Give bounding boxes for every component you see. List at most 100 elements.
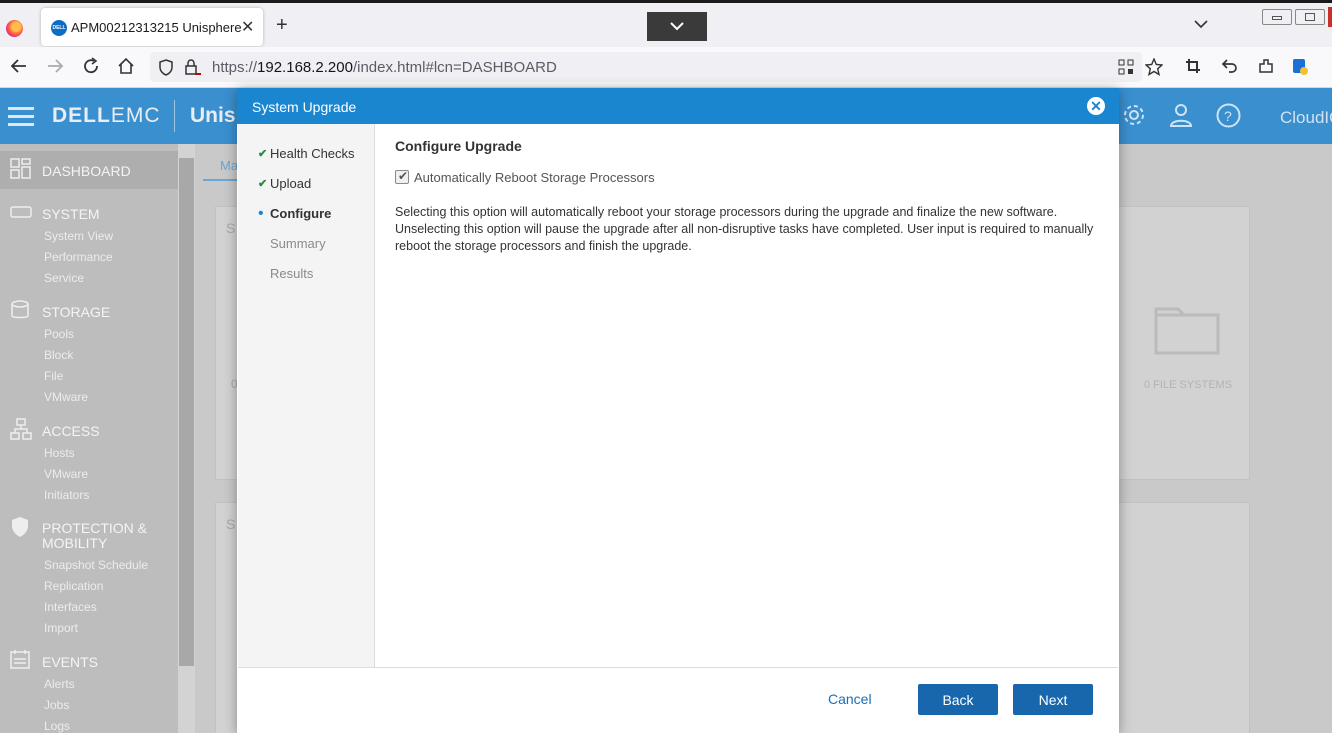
cancel-button[interactable]: Cancel xyxy=(828,691,872,707)
sidebar-item-interfaces[interactable]: Interfaces xyxy=(44,600,97,614)
sidebar-item-alerts[interactable]: Alerts xyxy=(44,677,75,691)
crop-screenshot-icon[interactable] xyxy=(1185,58,1201,74)
sidebar-item-file[interactable]: File xyxy=(44,369,63,383)
sidebar-scrollbar-thumb[interactable] xyxy=(179,158,194,666)
dashboard-tab-fragment[interactable]: Ma xyxy=(220,158,238,173)
address-bar[interactable]: https://192.168.2.200/index.html#lcn=DAS… xyxy=(150,52,1163,82)
wizard-steps-panel: ✔ Health Checks ✔ Upload • Configure Sum… xyxy=(238,124,375,667)
step-complete-check-icon: ✔ xyxy=(258,148,268,160)
dashboard-grid-icon xyxy=(10,158,31,179)
sidebar-item-dashboard[interactable]: DASHBOARD xyxy=(42,163,131,179)
minimize-window-button[interactable] xyxy=(1262,9,1292,25)
reload-icon[interactable] xyxy=(82,57,100,75)
header-divider xyxy=(174,100,175,132)
dialog-close-icon[interactable]: ✕ xyxy=(1087,97,1105,115)
auto-reboot-checkbox[interactable]: ✔ xyxy=(395,169,409,184)
sidebar-item-hosts[interactable]: Hosts xyxy=(44,446,75,460)
dell-emc-logo: DELLEMC xyxy=(52,104,161,128)
folder-icon xyxy=(1154,307,1220,355)
dell-favicon-icon: DELL xyxy=(51,20,67,36)
list-all-tabs-icon[interactable] xyxy=(1194,19,1208,29)
checkmark-icon: ✔ xyxy=(398,169,409,183)
lock-warning-icon[interactable] xyxy=(184,58,202,76)
undo-icon[interactable] xyxy=(1221,58,1238,74)
card-title-fragment: S xyxy=(226,220,236,236)
sidebar-section-storage[interactable]: STORAGE xyxy=(42,304,110,320)
wizard-step-configure[interactable]: Configure xyxy=(270,206,331,221)
brand-light: EMC xyxy=(110,104,161,127)
url-text: https://192.168.2.200/index.html#lcn=DAS… xyxy=(212,59,557,76)
wizard-step-upload[interactable]: Upload xyxy=(270,176,311,191)
back-button[interactable]: Back xyxy=(918,684,998,715)
sidebar-section-access[interactable]: ACCESS xyxy=(42,423,100,439)
sidebar-item-jobs[interactable]: Jobs xyxy=(44,698,69,712)
sidebar-item-logs[interactable]: Logs xyxy=(44,719,70,733)
bookmark-star-icon[interactable] xyxy=(1145,58,1163,76)
sidebar-item-initiators[interactable]: Initiators xyxy=(44,488,89,502)
sidebar-item-vmware-access[interactable]: VMware xyxy=(44,467,88,481)
step-complete-check-icon: ✔ xyxy=(258,178,268,190)
dialog-title: System Upgrade xyxy=(252,99,357,115)
help-icon[interactable]: ? xyxy=(1216,103,1241,128)
sidebar-section-protection-line1[interactable]: PROTECTION & xyxy=(42,520,147,536)
storage-database-icon xyxy=(11,300,29,319)
firefox-logo-icon xyxy=(6,20,23,37)
system-upgrade-dialog: System Upgrade ✕ ✔ Health Checks ✔ Uploa… xyxy=(237,88,1119,733)
restore-window-button[interactable] xyxy=(1295,9,1325,25)
sidebar-item-system-view[interactable]: System View xyxy=(44,229,113,243)
tab-close-icon[interactable]: ✕ xyxy=(241,17,254,37)
sidebar-item-replication[interactable]: Replication xyxy=(44,579,103,593)
shield-icon[interactable] xyxy=(158,59,174,76)
sidebar-item-snapshot-schedule[interactable]: Snapshot Schedule xyxy=(44,558,148,572)
wizard-content: Configure Upgrade ✔ Automatically Reboot… xyxy=(395,138,1105,253)
cloudiq-link[interactable]: CloudIQ xyxy=(1280,108,1332,128)
svg-text:?: ? xyxy=(1224,108,1232,124)
dialog-header: System Upgrade ✕ xyxy=(237,88,1119,124)
access-network-icon xyxy=(10,418,32,440)
sidebar-item-vmware-storage[interactable]: VMware xyxy=(44,390,88,404)
browser-tab-active[interactable]: DELL APM00212313215 Unisphere ✕ xyxy=(41,8,263,46)
sidebar-section-protection-line2[interactable]: MOBILITY xyxy=(42,535,107,551)
settings-gear-icon[interactable] xyxy=(1122,103,1146,127)
sidebar-item-block[interactable]: Block xyxy=(44,348,73,362)
browser-nav-bar: https://192.168.2.200/index.html#lcn=DAS… xyxy=(0,47,1332,88)
extensions-icon[interactable] xyxy=(1258,58,1274,74)
forward-arrow-icon[interactable] xyxy=(46,57,64,75)
url-prefix: https:// xyxy=(212,59,258,76)
sidebar-section-system[interactable]: SYSTEM xyxy=(42,206,100,222)
brand-bold: DELL xyxy=(52,104,111,127)
sidebar-item-performance[interactable]: Performance xyxy=(44,250,113,264)
auto-reboot-description: Selecting this option will automatically… xyxy=(395,205,1094,253)
url-host: 192.168.2.200 xyxy=(257,59,353,76)
card-title-fragment-2: S xyxy=(226,516,236,532)
file-systems-count: 0 FILE SYSTEMS xyxy=(1144,379,1233,391)
sidebar-item-import[interactable]: Import xyxy=(44,621,78,635)
extension-badge-icon[interactable] xyxy=(1292,58,1308,75)
section-heading: Configure Upgrade xyxy=(395,138,522,154)
url-path: /index.html#lcn=DASHBOARD xyxy=(352,59,557,76)
sidebar-section-events[interactable]: EVENTS xyxy=(42,654,98,670)
sidebar-item-pools[interactable]: Pools xyxy=(44,327,74,341)
chevron-down-icon xyxy=(670,22,684,31)
tab-overflow-button[interactable] xyxy=(647,12,707,41)
user-profile-icon[interactable] xyxy=(1170,103,1192,127)
step-current-dot-icon: • xyxy=(258,205,264,222)
sidebar: DASHBOARD SYSTEM System View Performance… xyxy=(0,144,195,733)
dialog-footer-divider xyxy=(238,667,1118,668)
tab-title: APM00212313215 Unisphere xyxy=(71,20,242,35)
sidebar-item-service[interactable]: Service xyxy=(44,271,84,285)
menu-hamburger-icon[interactable] xyxy=(8,107,34,131)
home-icon[interactable] xyxy=(117,57,135,75)
next-button[interactable]: Next xyxy=(1013,684,1093,715)
system-server-icon xyxy=(10,206,32,218)
wizard-step-health-checks[interactable]: Health Checks xyxy=(270,146,355,161)
events-calendar-icon xyxy=(10,650,30,669)
new-tab-button[interactable]: + xyxy=(276,15,288,35)
auto-reboot-label[interactable]: Automatically Reboot Storage Processors xyxy=(414,170,655,185)
qr-code-icon[interactable] xyxy=(1118,59,1134,75)
menu-dots-icon[interactable]: ⋮ xyxy=(1326,58,1332,75)
wizard-step-summary: Summary xyxy=(270,236,326,251)
browser-tab-bar: DELL APM00212313215 Unisphere ✕ + xyxy=(0,0,1332,47)
close-window-button[interactable] xyxy=(1328,7,1332,27)
back-arrow-icon[interactable] xyxy=(10,57,28,75)
